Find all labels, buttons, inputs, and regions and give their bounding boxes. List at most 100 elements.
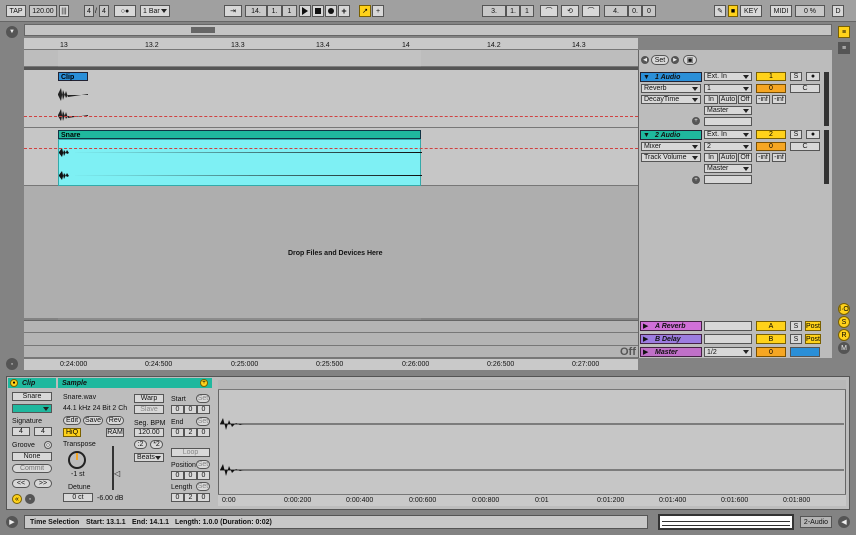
end-set-button[interactable]: Set [196, 417, 210, 426]
start-sixteenth[interactable]: 0 [197, 405, 210, 414]
clip-sig-den[interactable]: 4 [34, 427, 52, 436]
track-2-monitor-in[interactable]: In [704, 153, 718, 162]
track-1-monitor-off[interactable]: Off [738, 95, 752, 104]
follow-button[interactable]: ⇥ [224, 5, 242, 17]
return-b-title[interactable]: ▶ B Delay [640, 334, 702, 344]
track-1-title-bar[interactable]: ▼ 1 Audio [640, 72, 702, 82]
tempo-field[interactable]: 120.00 [29, 5, 57, 17]
return-a-activator[interactable]: A [756, 321, 786, 331]
groove-field[interactable]: None [12, 452, 52, 461]
track-1-clip-header[interactable]: Clip [58, 72, 88, 81]
track-lane-1[interactable] [24, 70, 638, 128]
return-b-post[interactable]: Post [805, 334, 821, 344]
detail-overview[interactable] [658, 514, 794, 530]
clip-sig-num[interactable]: 4 [12, 427, 30, 436]
mixer-toggle-icon[interactable]: M [838, 342, 850, 354]
track-2-volume[interactable]: 0 [756, 142, 786, 151]
position-bar[interactable]: 14. [245, 5, 267, 17]
track-1-monitor-in[interactable]: In [704, 95, 718, 104]
nudge-back-button[interactable]: << [12, 479, 30, 488]
signature-den[interactable]: 4 [99, 5, 109, 17]
track-1-monitor-auto[interactable]: Auto [719, 95, 737, 104]
position-set-button[interactable]: Set [196, 460, 210, 469]
info-view-toggle-icon[interactable]: ▶ [6, 516, 18, 528]
metronome-button[interactable]: ○● [114, 5, 136, 17]
signature-num[interactable]: 4 [84, 5, 94, 17]
track-1-param-chooser[interactable]: DecayTime [641, 95, 701, 104]
length-set-button[interactable]: Set [196, 482, 210, 491]
return-a-solo[interactable]: S [790, 321, 802, 331]
loop-start-bar[interactable]: 3. [482, 5, 506, 17]
track-1-activator[interactable]: 1 [756, 72, 786, 81]
clip-lock-icon[interactable]: ▣ [683, 55, 697, 65]
sample-fold-icon[interactable]: + [200, 379, 208, 387]
warp-mode-select[interactable]: Beats [134, 453, 164, 462]
return-lane-b[interactable] [24, 333, 638, 346]
track-1-volume[interactable]: 0 [756, 84, 786, 93]
track-1-solo[interactable]: S [790, 72, 802, 81]
track-1-input-type[interactable]: Ext. In [704, 72, 752, 81]
return-b-output[interactable] [704, 334, 752, 344]
clip-launch-icon[interactable]: ◦ [25, 494, 35, 504]
track-1-output-sub[interactable] [704, 117, 752, 126]
punch-in-button[interactable]: ⌒ [540, 5, 558, 17]
returns-toggle-icon[interactable]: R [838, 329, 850, 341]
loop-start-sixteenth[interactable]: 1 [520, 5, 534, 17]
punch-out-button[interactable]: ⌒ [582, 5, 600, 17]
track-2-monitor-off[interactable]: Off [738, 153, 752, 162]
return-lane-a[interactable] [24, 320, 638, 333]
track-2-clip-header[interactable]: Snare [58, 130, 421, 139]
track-2-param-chooser[interactable]: Track Volume [641, 153, 701, 162]
track-1-send-b[interactable]: -inf [772, 95, 786, 104]
position-beat[interactable]: 0 [184, 471, 197, 480]
detail-view-toggle-icon[interactable]: ◀ [838, 516, 850, 528]
sample-time-ruler[interactable] [218, 494, 846, 506]
sample-save-button[interactable]: Save [83, 416, 103, 425]
nudge-forward-button[interactable]: >> [34, 479, 52, 488]
track-2-send-a[interactable]: -inf [756, 153, 770, 162]
track-1-fold-icon[interactable]: ▼ [643, 74, 650, 81]
loop-length-sixteenth[interactable]: 0 [642, 5, 656, 17]
set-locator-button[interactable]: Set [651, 55, 669, 65]
return-b-play-icon[interactable]: ▶ [643, 336, 648, 343]
clip-gain-slider-handle[interactable]: ◁ [114, 470, 120, 478]
track-2-clip-body[interactable] [58, 139, 422, 186]
position-bar[interactable]: 0 [171, 471, 184, 480]
sample-editor-scroll[interactable] [218, 380, 846, 390]
track-2-output-sub[interactable] [704, 175, 752, 184]
commit-button[interactable]: Commit [12, 464, 52, 473]
track-2-monitor-auto[interactable]: Auto [719, 153, 737, 162]
groove-hot-swap-icon[interactable]: ○ [44, 441, 52, 449]
position-beat[interactable]: 1. [267, 5, 282, 17]
return-a-output[interactable] [704, 321, 752, 331]
sends-toggle-icon[interactable]: S [838, 316, 850, 328]
browser-toggle-icon[interactable]: ◦ [6, 358, 18, 370]
track-1-add-lane-icon[interactable]: + [692, 117, 700, 125]
track-2-input-type[interactable]: Ext. In [704, 130, 752, 139]
locator-prev-icon[interactable]: ◀ [641, 56, 649, 64]
arrangement-view-icon[interactable]: ≡ [838, 42, 850, 54]
loop-button[interactable]: Loop [171, 448, 210, 457]
track-2-add-lane-icon[interactable]: + [692, 176, 700, 184]
stop-button[interactable] [312, 5, 324, 17]
clip-gain-slider-track[interactable] [112, 446, 114, 490]
master-volume[interactable]: 0 [756, 347, 786, 357]
automation-arm-button[interactable]: ↗ [359, 5, 371, 17]
sample-rev-button[interactable]: Rev [106, 416, 124, 425]
track-2-send-b[interactable]: -inf [772, 153, 786, 162]
track-2-input-channel[interactable]: 2 [704, 142, 752, 151]
hiq-button[interactable]: HiQ [63, 428, 81, 437]
clip-fold-icon[interactable]: « [12, 494, 22, 504]
seg-bpm-field[interactable]: 120.00 [134, 428, 164, 437]
detune-field[interactable]: 0 ct [63, 493, 93, 502]
end-beat[interactable]: 2 [184, 428, 197, 437]
draw-mode-button[interactable]: ✎ [714, 5, 726, 17]
end-sixteenth[interactable]: 0 [197, 428, 210, 437]
length-beat[interactable]: 2 [184, 493, 197, 502]
length-sixteenth[interactable]: 0 [197, 493, 210, 502]
return-b-solo[interactable]: S [790, 334, 802, 344]
track-2-pan[interactable]: C [790, 142, 820, 151]
io-toggle-icon[interactable]: I·O [838, 303, 850, 315]
track-2-device-chooser[interactable]: Mixer [641, 142, 701, 151]
master-title[interactable]: ▶ Master [640, 347, 702, 357]
